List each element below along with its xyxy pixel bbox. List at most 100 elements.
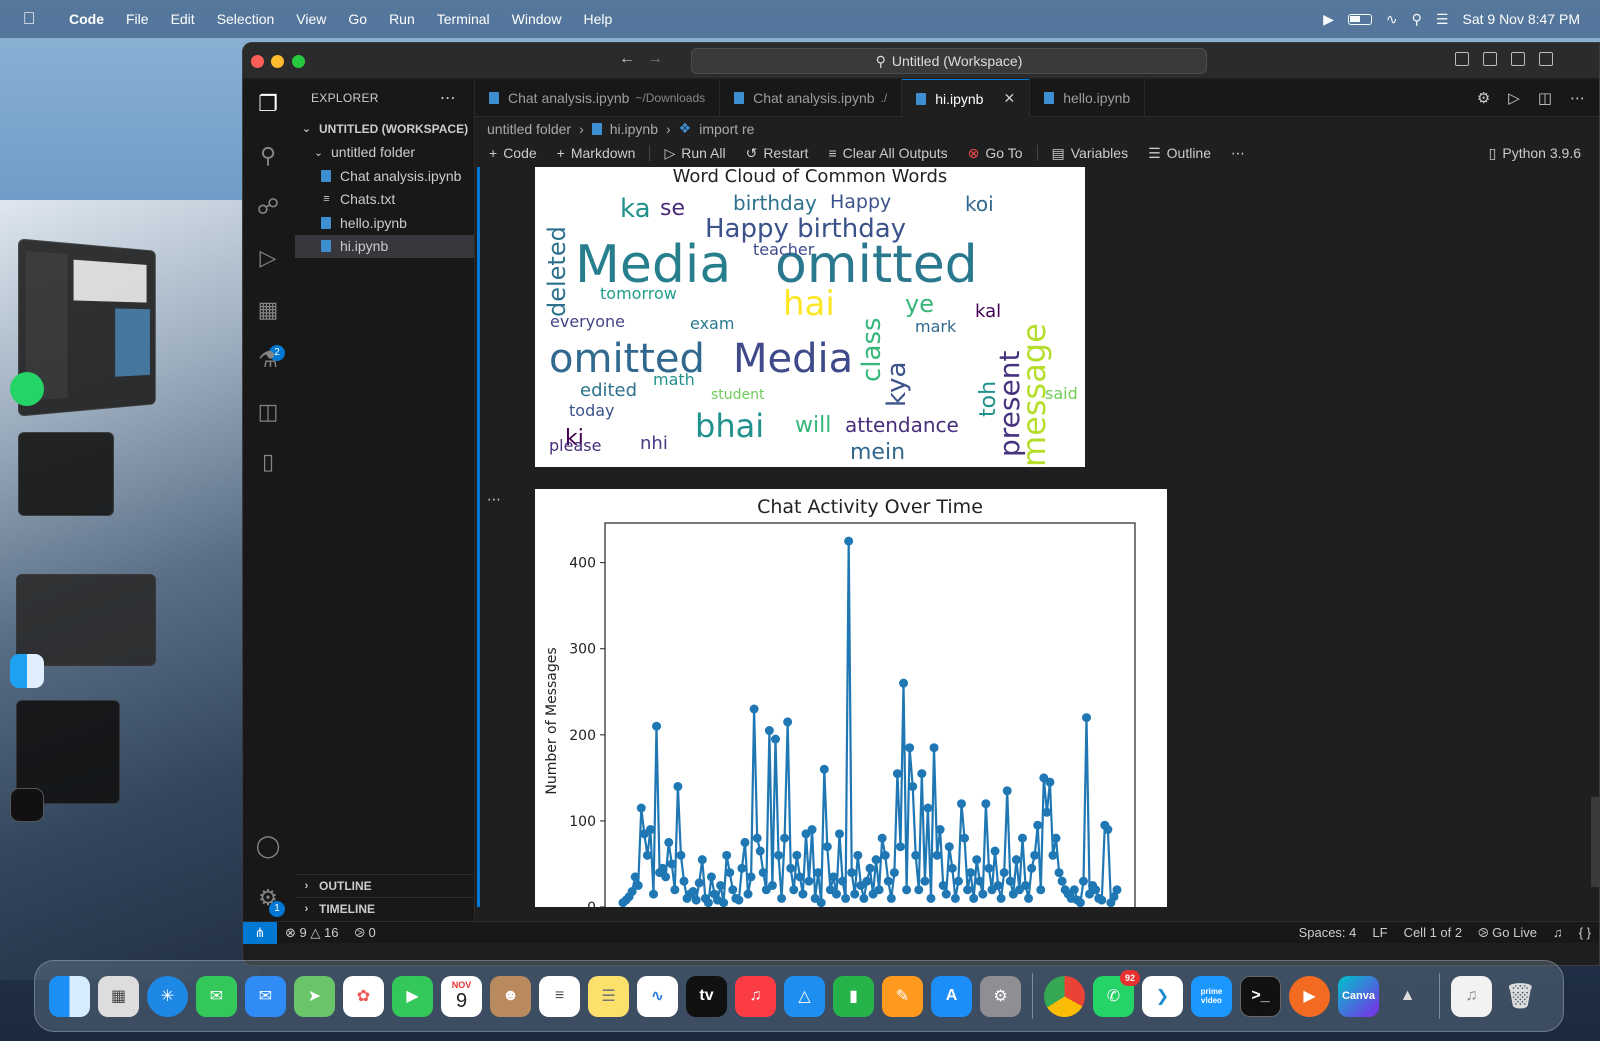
goto-button[interactable]: ⊗ Go To [962,145,1029,162]
mail-icon[interactable]: ✉ [245,975,286,1017]
menu-edit[interactable]: Edit [160,11,206,27]
messages-icon[interactable]: ✉ [196,975,237,1017]
eol-status[interactable]: LF [1364,925,1395,940]
outline-button[interactable]: ☰ Outline [1142,145,1217,162]
timeline-section[interactable]: › TIMELINE [295,897,474,920]
outline-section[interactable]: › OUTLINE [295,874,474,897]
photos-icon[interactable]: ✿ [343,975,384,1017]
notifications-bell-icon[interactable]: ♫ [1545,925,1571,940]
stage-thumb-finder[interactable] [16,574,156,666]
toggle-secondary-sidebar-icon[interactable] [1511,52,1525,66]
menu-terminal[interactable]: Terminal [426,11,501,27]
source-control-icon[interactable]: ☍ [255,194,281,220]
remote-indicator-icon[interactable]: ⋔ [243,921,277,944]
menu-view[interactable]: View [285,11,337,27]
file-chat-analysis[interactable]: Chat analysis.ipynb [295,164,474,188]
folder-untitled[interactable]: ⌄ untitled folder [295,141,474,165]
clear-outputs-button[interactable]: ≡ Clear All Outputs [822,145,953,161]
cell-status[interactable]: Cell 1 of 2 [1396,925,1471,940]
forward-arrow-icon[interactable]: → [647,50,663,68]
back-arrow-icon[interactable]: ← [619,50,635,68]
chrome-icon[interactable] [1044,975,1085,1017]
reminders-icon[interactable]: ≡ [539,975,580,1017]
notes-icon[interactable]: ☰ [588,975,629,1017]
menu-help[interactable]: Help [572,11,623,27]
editor-scrollbar[interactable] [1591,797,1599,887]
minimize-window-button[interactable] [271,55,284,68]
workspace-root[interactable]: ⌄ UNTITLED (WORKSPACE) [295,117,474,141]
menubar-clock[interactable]: Sat 9 Nov 8:47 PM [1462,11,1580,27]
explorer-icon[interactable]: ❐ [255,91,281,117]
run-all-button[interactable]: ▷ Run All [658,145,731,162]
terminal-icon[interactable]: >_ [1240,975,1281,1017]
toggle-panel-icon[interactable] [1483,52,1497,66]
zoom-window-button[interactable] [292,55,305,68]
command-center[interactable]: ⚲ Untitled (Workspace) [691,48,1207,74]
problems-status[interactable]: ⊗ 9 △ 16 [277,925,346,941]
kernel-picker[interactable]: ▯ Python 3.9.6 [1483,145,1587,162]
tab-hello[interactable]: hello.ipynb [1030,79,1146,117]
menu-run[interactable]: Run [378,11,426,27]
finder-icon[interactable] [10,654,44,688]
apple-tv-icon[interactable]: tv [686,975,727,1017]
menu-selection[interactable]: Selection [206,11,286,27]
more-actions-icon[interactable]: ⋯ [1570,89,1585,107]
extensions-icon[interactable]: ▦ [255,297,281,323]
gear-icon[interactable]: ⚙ [1477,89,1490,107]
rocket-icon[interactable]: ▲ [1387,976,1428,1017]
trash-icon[interactable]: 🗑 [1500,976,1541,1017]
go-live-button[interactable]: ⧁ Go Live [1470,925,1545,941]
file-hello[interactable]: hello.ipynb [295,211,474,235]
menu-go[interactable]: Go [337,11,378,27]
facetime-icon[interactable]: ▶ [392,975,433,1017]
customize-layout-icon[interactable] [1539,52,1553,66]
explorer-more-icon[interactable]: ⋯ [440,88,456,108]
toggle-primary-sidebar-icon[interactable] [1455,52,1469,66]
split-editor-icon[interactable]: ◫ [1538,89,1552,107]
cell-output-more-icon[interactable]: ⋯ [487,491,501,508]
whatsapp-icon[interactable]: ✆ 92 [1093,969,1140,1017]
maps-icon[interactable]: ➤ [294,975,335,1017]
apple-menu-icon[interactable]:  [0,9,58,29]
tab-hi[interactable]: hi.ipynb ✕ [902,79,1031,117]
run-icon[interactable]: ▷ [1508,89,1520,107]
breadcrumb-symbol[interactable]: import re [699,121,754,137]
system-settings-icon[interactable]: ⚙ [980,975,1021,1017]
toolbar-more-icon[interactable]: ⋯ [1225,145,1251,162]
ports-status[interactable]: ⧁ 0 [346,925,383,941]
add-markdown-cell-button[interactable]: + Markdown [551,145,642,161]
menu-file[interactable]: File [115,11,160,27]
search-view-icon[interactable]: ⚲ [255,143,281,169]
whatsapp-icon[interactable] [10,372,44,406]
numbers-icon[interactable]: ▮ [833,975,874,1017]
file-chats-txt[interactable]: ≡ Chats.txt [295,188,474,212]
language-braces-icon[interactable]: { } [1571,925,1599,940]
app-store-icon[interactable]: A [931,975,972,1017]
pages-icon[interactable]: ✎ [882,975,923,1017]
file-hi[interactable]: hi.ipynb [295,234,474,258]
add-code-cell-button[interactable]: + Code [483,145,543,161]
restart-button[interactable]: ↺ Restart [740,145,815,162]
variables-button[interactable]: ▤ Variables [1046,145,1135,162]
freeform-icon[interactable]: ∿ [637,975,678,1017]
spotlight-search-icon[interactable]: ⚲ [1412,11,1422,28]
close-window-button[interactable] [251,55,264,68]
play-status-icon[interactable]: ▶ [1323,11,1334,28]
breadcrumb-folder[interactable]: untitled folder [487,121,571,137]
control-center-icon[interactable]: ☰ [1436,11,1449,28]
tab-chat-analysis-downloads[interactable]: Chat analysis.ipynb ~/Downloads [475,79,721,117]
breadcrumb-file[interactable]: hi.ipynb [610,121,658,137]
accounts-icon[interactable]: ◯ [255,833,281,859]
remote-explorer-icon[interactable]: ◫ [255,399,281,425]
testing-icon[interactable]: ⚗ [255,347,281,373]
canva-icon[interactable]: Canva [1338,975,1379,1017]
stage-thumb-dark[interactable] [18,432,114,516]
keynote-icon[interactable]: △ [784,975,825,1017]
notebook-icon[interactable]: ▯ [255,449,281,475]
terminal-icon[interactable] [10,788,44,822]
finder-icon[interactable] [49,975,90,1017]
indentation-status[interactable]: Spaces: 4 [1291,925,1365,940]
menu-window[interactable]: Window [501,11,573,27]
tab-chat-analysis-local[interactable]: Chat analysis.ipynb ./ [720,79,903,117]
wifi-icon[interactable]: ∿ [1386,11,1398,28]
